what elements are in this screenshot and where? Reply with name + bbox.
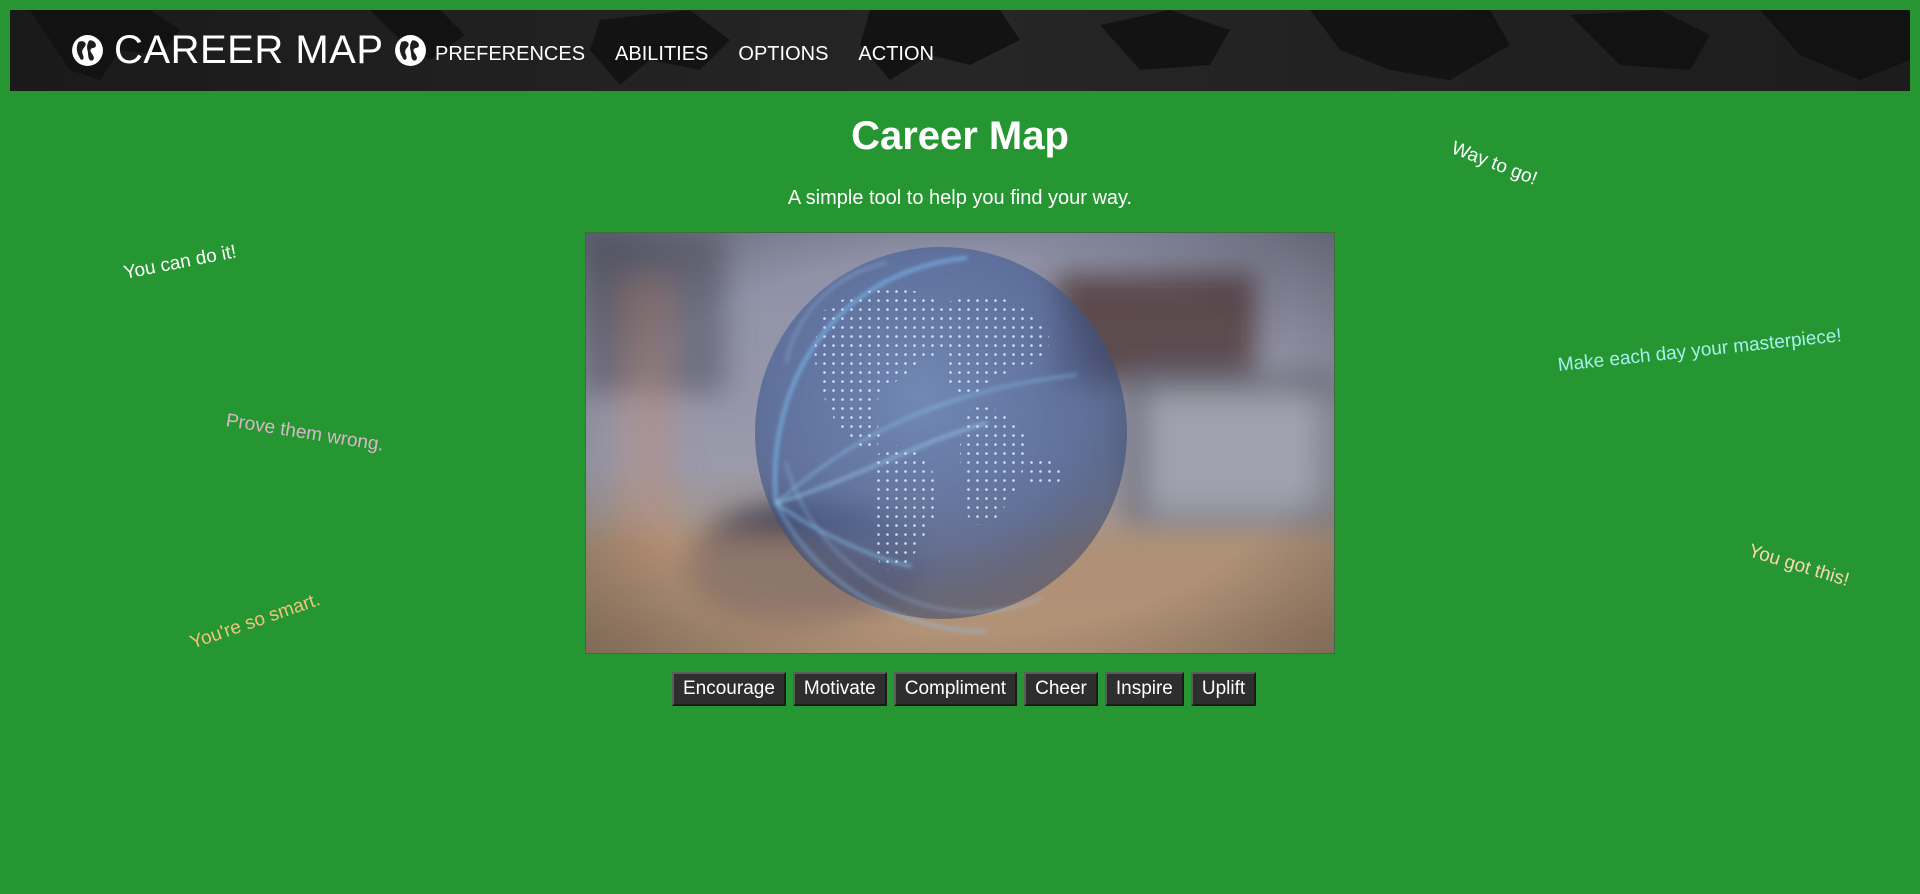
- brand-title: CAREER MAP: [114, 27, 384, 72]
- compliment-button[interactable]: Compliment: [893, 672, 1018, 706]
- cheer-button[interactable]: Cheer: [1024, 672, 1098, 706]
- navbar: CAREER MAP PREFERENCES ABILITIES OPTIONS…: [10, 10, 1910, 91]
- motivate-button[interactable]: Motivate: [792, 672, 887, 706]
- message-you-got-this: You got this!: [1746, 540, 1852, 591]
- page-subtitle: A simple tool to help you find your way.: [787, 187, 1133, 209]
- page: CAREER MAP PREFERENCES ABILITIES OPTIONS…: [0, 0, 1920, 894]
- message-prove-them-wrong: Prove them wrong.: [224, 410, 386, 456]
- encourage-button[interactable]: Encourage: [672, 672, 786, 706]
- nav-abilities[interactable]: ABILITIES: [615, 43, 708, 66]
- inspire-button[interactable]: Inspire: [1104, 672, 1184, 706]
- brand[interactable]: CAREER MAP: [71, 28, 427, 72]
- message-youre-so-smart: You're so smart.: [187, 589, 323, 654]
- main-nav: PREFERENCES ABILITIES OPTIONS ACTION: [435, 43, 964, 66]
- nav-action[interactable]: ACTION: [858, 43, 934, 66]
- nav-preferences[interactable]: PREFERENCES: [435, 43, 585, 66]
- globe-icon: [72, 34, 103, 66]
- hero-globe-image: [585, 232, 1335, 654]
- globe-icon: [394, 34, 426, 66]
- message-masterpiece: Make each day your masterpiece!: [1556, 325, 1843, 376]
- nav-options[interactable]: OPTIONS: [738, 43, 828, 66]
- message-you-can-do-it: You can do it!: [121, 241, 239, 284]
- uplift-button[interactable]: Uplift: [1190, 672, 1257, 706]
- encouragement-buttons: Encourage Motivate Compliment Cheer Insp…: [672, 672, 1257, 706]
- page-title: Career Map: [851, 114, 1069, 158]
